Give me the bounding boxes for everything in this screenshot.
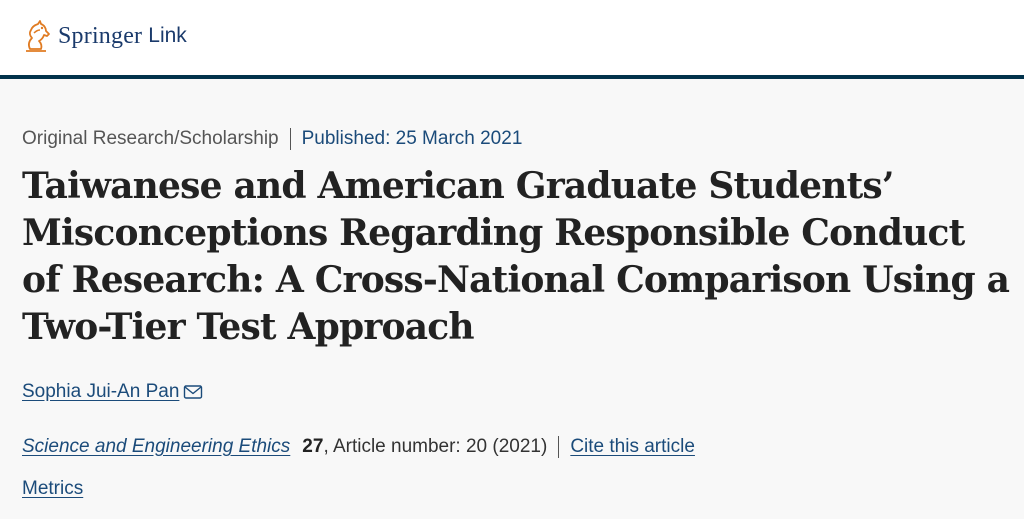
- site-header: Springer Link: [0, 0, 1024, 75]
- citation-separator: [558, 436, 560, 458]
- journal-link[interactable]: Science and Engineering Ethics: [22, 436, 290, 458]
- springer-link-logo[interactable]: Springer Link: [22, 16, 187, 56]
- author-link[interactable]: Sophia Jui-An Pan: [22, 381, 179, 403]
- meta-separator: [289, 128, 291, 150]
- logo-brand-text: Springer: [58, 22, 143, 49]
- article-number: , Article number: 20 (2021): [323, 436, 548, 457]
- author-list: Sophia Jui-An Pan: [22, 381, 203, 403]
- mail-icon[interactable]: [183, 384, 203, 400]
- journal-volume: 27: [302, 436, 324, 457]
- article-title: Taiwanese and American Graduate Students…: [22, 165, 1010, 348]
- cite-this-article-link[interactable]: Cite this article: [570, 436, 695, 458]
- article-header: Original Research/Scholarship Published:…: [0, 79, 1024, 519]
- published-date: Published: 25 March 2021: [301, 128, 523, 149]
- article-meta: Original Research/Scholarship Published:…: [22, 128, 522, 150]
- journal-citation: Science and Engineering Ethics 27 , Arti…: [22, 436, 695, 458]
- springer-horse-icon: [26, 20, 50, 52]
- logo-product-text: Link: [148, 24, 187, 47]
- article-type: Original Research/Scholarship: [22, 128, 279, 149]
- metrics-link[interactable]: Metrics: [22, 478, 83, 500]
